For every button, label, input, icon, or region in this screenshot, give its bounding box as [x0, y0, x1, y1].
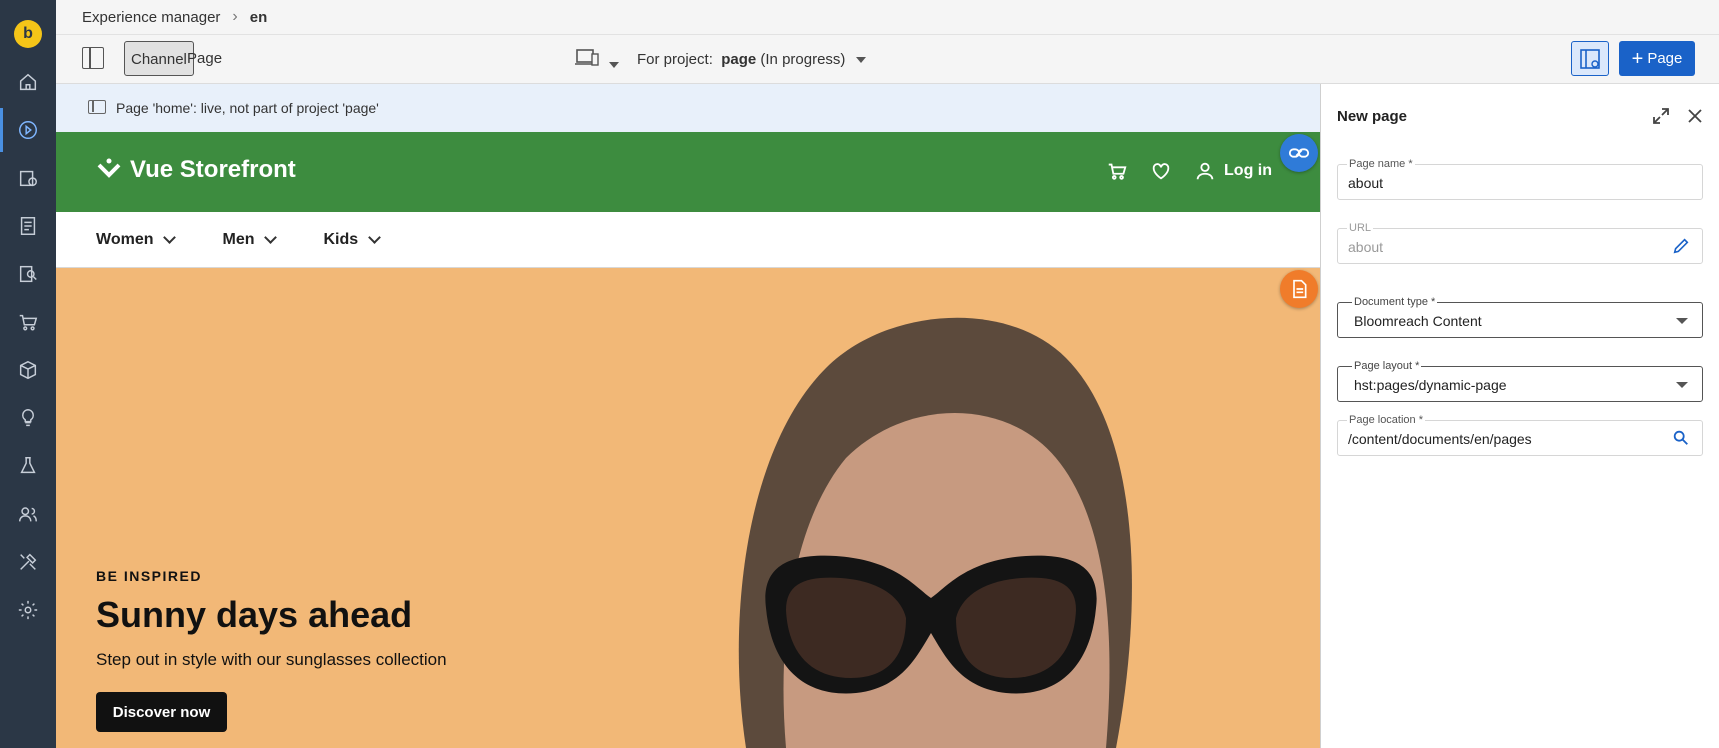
- content-icon[interactable]: [16, 214, 40, 238]
- active-indicator: [0, 108, 3, 152]
- vue-storefront-logo-icon: [97, 158, 121, 178]
- page-location-label: Page location *: [1347, 414, 1425, 426]
- store-logo[interactable]: Vue Storefront: [96, 156, 296, 184]
- user-icon: [1196, 162, 1214, 180]
- bloomreach-logo[interactable]: b: [14, 20, 42, 48]
- page-location-value: /content/documents/en/pages: [1348, 431, 1532, 447]
- expand-icon[interactable]: [1651, 106, 1671, 126]
- pencil-icon[interactable]: [1672, 237, 1690, 255]
- page-status-message: Page 'home': live, not part of project '…: [116, 100, 379, 116]
- device-icon: [575, 49, 599, 66]
- audience-icon[interactable]: [16, 502, 40, 526]
- store-brand-name: Vue Storefront: [130, 156, 296, 183]
- discover-now-button[interactable]: Discover now: [96, 692, 227, 732]
- new-page-panel: New page Page name * about URL about Doc…: [1320, 84, 1719, 748]
- settings-gear-icon[interactable]: [16, 598, 40, 622]
- panel-title: New page: [1337, 108, 1408, 125]
- tab-page[interactable]: Page: [181, 41, 228, 76]
- experience-manager-icon[interactable]: [16, 118, 40, 142]
- projects-icon[interactable]: [16, 166, 40, 190]
- chevron-down-icon: [609, 61, 620, 68]
- page-preview-icon: [1580, 48, 1600, 69]
- store-nav: Women Men Kids: [56, 212, 1320, 268]
- document-type-value: Bloomreach Content: [1354, 313, 1482, 329]
- nav-item-kids[interactable]: Kids: [323, 230, 382, 249]
- url-field[interactable]: URL about: [1337, 222, 1703, 264]
- channel-preview: Vue Storefront Log in Women Men Kids BE …: [56, 132, 1320, 748]
- page-name-field[interactable]: Page name * about: [1337, 158, 1703, 200]
- close-icon[interactable]: [1685, 106, 1705, 126]
- tools-icon[interactable]: [16, 550, 40, 574]
- breadcrumb-current[interactable]: en: [250, 9, 268, 26]
- breadcrumb: Experience manager › en: [56, 0, 1719, 35]
- page-name-label: Page name *: [1347, 158, 1415, 170]
- page-info-icon: [88, 100, 106, 114]
- nav-label: Kids: [323, 230, 359, 248]
- manage-menu-button[interactable]: [1280, 134, 1318, 172]
- page-layout-label: Page layout *: [1352, 360, 1422, 372]
- add-page-button[interactable]: + Page: [1619, 41, 1695, 76]
- document-icon: [1293, 279, 1307, 299]
- device-selector[interactable]: [575, 47, 620, 74]
- store-header: Vue Storefront Log in: [56, 132, 1320, 212]
- page-layout-select[interactable]: Page layout * hst:pages/dynamic-page: [1337, 360, 1703, 402]
- dropdown-arrow-icon: [1676, 318, 1688, 324]
- page-location-field[interactable]: Page location * /content/documents/en/pa…: [1337, 414, 1703, 456]
- nav-item-men[interactable]: Men: [222, 230, 278, 249]
- url-label: URL: [1347, 222, 1374, 234]
- hero-model-image: [738, 317, 1132, 748]
- cart-icon[interactable]: [16, 310, 40, 334]
- login-label: Log in: [1224, 162, 1272, 179]
- channel-toolbar: Channel Page For project: page (In progr…: [56, 35, 1719, 84]
- flask-icon[interactable]: [16, 454, 40, 478]
- plus-icon: +: [1631, 47, 1644, 70]
- left-rail: b: [0, 0, 56, 748]
- add-page-label: Page: [1647, 50, 1683, 67]
- hero-subtitle: Step out in style with our sunglasses co…: [96, 650, 447, 669]
- search-icon[interactable]: [1672, 429, 1690, 447]
- project-selector[interactable]: For project: page (In progress): [637, 35, 866, 84]
- breadcrumb-root[interactable]: Experience manager: [82, 9, 220, 26]
- page-status-bar: Page 'home': live, not part of project '…: [56, 84, 1320, 132]
- hero-title: Sunny days ahead: [96, 594, 413, 635]
- chevron-down-icon: [368, 231, 382, 244]
- heart-icon[interactable]: [1150, 160, 1172, 182]
- project-name: page: [721, 51, 757, 68]
- login-button[interactable]: Log in: [1194, 160, 1272, 182]
- link-icon: [1288, 148, 1310, 158]
- document-type-select[interactable]: Document type * Bloomreach Content: [1337, 296, 1703, 338]
- nav-label: Women: [96, 230, 154, 248]
- package-icon[interactable]: [16, 358, 40, 382]
- toggle-sidebar-icon[interactable]: [82, 47, 104, 69]
- page-layout-value: hst:pages/dynamic-page: [1354, 377, 1507, 393]
- chevron-down-icon: [855, 57, 866, 64]
- preview-toggle-button[interactable]: [1571, 41, 1609, 76]
- store-header-actions: Log in: [1106, 160, 1272, 182]
- nav-label: Men: [222, 230, 255, 248]
- lightbulb-icon[interactable]: [16, 406, 40, 430]
- hero-tag: BE INSPIRED: [96, 568, 202, 584]
- chevron-right-icon: ›: [232, 8, 238, 25]
- page-name-value: about: [1348, 175, 1384, 191]
- chevron-down-icon: [163, 231, 177, 244]
- content-search-icon[interactable]: [16, 262, 40, 286]
- project-prefix: For project:: [637, 51, 713, 68]
- nav-item-women[interactable]: Women: [96, 230, 177, 249]
- cart-icon[interactable]: [1106, 160, 1128, 182]
- url-value: about: [1348, 239, 1384, 255]
- hero-banner: BE INSPIRED Sunny days ahead Step out in…: [56, 268, 1320, 748]
- edit-content-button[interactable]: [1280, 270, 1318, 308]
- project-status: (In progress): [760, 51, 846, 68]
- chevron-down-icon: [264, 231, 278, 244]
- home-icon[interactable]: [16, 70, 40, 94]
- document-type-label: Document type *: [1352, 296, 1438, 308]
- dropdown-arrow-icon: [1676, 382, 1688, 388]
